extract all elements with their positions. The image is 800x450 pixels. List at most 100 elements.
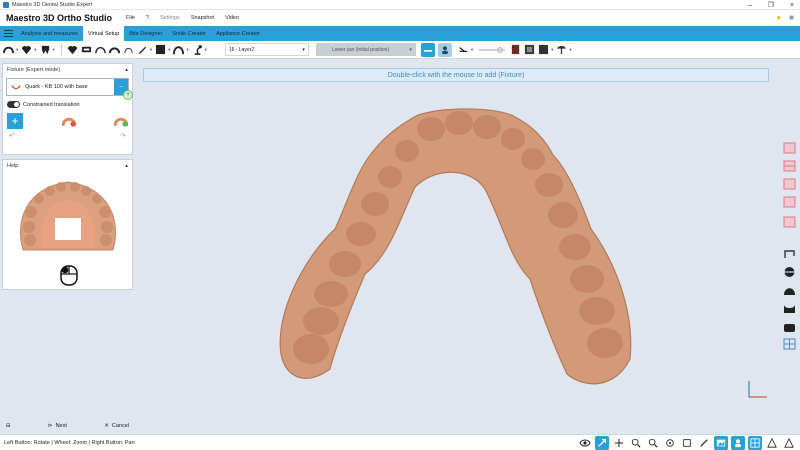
tooth-view-2-icon[interactable]: [781, 159, 797, 173]
arch-outline-icon[interactable]: [172, 43, 185, 56]
rotate-view-icon[interactable]: [781, 247, 797, 261]
next-button[interactable]: ⊳ Next: [48, 423, 67, 429]
heart-tooth-icon[interactable]: [20, 43, 33, 56]
eye-icon[interactable]: [578, 436, 592, 450]
opacity-slider[interactable]: [479, 46, 506, 53]
grid-view-icon[interactable]: [781, 337, 797, 351]
exit-icon[interactable]: ⊟: [6, 423, 11, 429]
fixture-select[interactable]: Quark - KB 100 with base – +: [6, 78, 133, 100]
remove-fixture-icon[interactable]: [61, 115, 76, 127]
arch-thin-icon[interactable]: [122, 43, 135, 56]
constrained-translation-label: Constrained translation: [23, 101, 80, 108]
tooth-view-5-icon[interactable]: [781, 215, 797, 229]
lightbulb-icon[interactable]: ●: [776, 13, 781, 22]
zoom-out-icon[interactable]: [646, 436, 660, 450]
next-icon: ⊳: [47, 423, 53, 429]
app-brand: Maestro 3D Ortho Studio: [6, 13, 113, 23]
upper-jaw-toggle-icon[interactable]: [420, 42, 435, 57]
tab-smile-creator[interactable]: Smile Creator: [167, 26, 211, 41]
chevron-down-icon[interactable]: ▾: [34, 47, 36, 53]
zoom-in-icon[interactable]: [629, 436, 643, 450]
square-icon[interactable]: [154, 43, 167, 56]
transparency-icon[interactable]: [457, 43, 470, 56]
person-icon[interactable]: [731, 436, 745, 450]
arch-wire-icon[interactable]: [94, 43, 107, 56]
lower-view-icon[interactable]: [781, 301, 797, 315]
heart-icon[interactable]: [66, 43, 79, 56]
maximize-button[interactable]: ❐: [768, 1, 774, 9]
undo-icon[interactable]: ↶: [9, 132, 15, 140]
menu-bar: Maestro 3D Ortho Studio File ? Settings …: [0, 10, 800, 26]
wizard-bottom-bar: ⊟ ⊳ Next ✕ Cancel: [0, 418, 135, 434]
chevron-down-icon: ▾: [409, 46, 412, 53]
panel-icon[interactable]: [537, 43, 550, 56]
menu-file[interactable]: File: [126, 15, 135, 21]
jaw-select[interactable]: Lower jaw (initial position) ▾: [315, 43, 416, 56]
menu-help[interactable]: ?: [146, 15, 149, 21]
measure-icon[interactable]: [697, 436, 711, 450]
tooth-icon[interactable]: [39, 43, 52, 56]
tab-appliance-creator[interactable]: Appliance Creator: [211, 26, 265, 41]
target-icon[interactable]: [663, 436, 677, 450]
chevron-down-icon[interactable]: ▾: [16, 47, 18, 53]
chat-icon[interactable]: ■: [789, 13, 794, 22]
tooth-view-1-icon[interactable]: [781, 141, 797, 155]
menu-video[interactable]: Video: [225, 15, 239, 21]
chevron-down-icon[interactable]: ▾: [551, 47, 553, 53]
add-fixture-badge-icon[interactable]: +: [123, 90, 133, 100]
collapse-icon[interactable]: ▴: [125, 163, 128, 169]
triangle-icon[interactable]: [782, 436, 796, 450]
close-button[interactable]: ×: [790, 2, 794, 9]
fit-view-icon[interactable]: [680, 436, 694, 450]
redo-icon[interactable]: ↷: [120, 132, 126, 140]
left-panel: Fixture (Expert mode) ▴ Quark - KB 100 w…: [0, 59, 135, 434]
right-tool-strip: [778, 59, 800, 434]
tree-icon[interactable]: [555, 43, 568, 56]
tab-analysis[interactable]: Analysis and measures: [16, 26, 83, 41]
move-tool-icon[interactable]: [612, 436, 626, 450]
fixture-panel: Fixture (Expert mode) ▴ Quark - KB 100 w…: [2, 63, 133, 155]
collapse-icon[interactable]: ▴: [125, 67, 128, 73]
chevron-down-icon[interactable]: ▾: [569, 47, 571, 53]
constrained-translation-toggle[interactable]: [7, 101, 20, 108]
bracket-icon[interactable]: [80, 43, 93, 56]
person-view-icon[interactable]: [437, 42, 452, 57]
arch-icon[interactable]: [2, 43, 15, 56]
transform-mode-icon[interactable]: [595, 436, 609, 450]
status-bar: Left Button: Rotate | Wheel: Zoom | Righ…: [0, 434, 800, 450]
validate-fixture-icon[interactable]: [114, 115, 128, 127]
chevron-down-icon[interactable]: ▾: [150, 47, 152, 53]
3d-viewport[interactable]: Double-click with the mouse to add (Fixt…: [135, 59, 778, 434]
menu-settings[interactable]: Settings: [160, 15, 180, 21]
book-icon[interactable]: [509, 43, 522, 56]
chevron-down-icon[interactable]: ▾: [205, 47, 207, 53]
hamburger-menu-icon[interactable]: [0, 26, 16, 41]
mouse-icon: [60, 265, 78, 286]
cancel-label: Cancel: [111, 423, 129, 429]
grid-icon[interactable]: [748, 436, 762, 450]
tab-bite-designer[interactable]: Bite Designer: [124, 26, 167, 41]
fixture-select-value: Quark - KB 100 with base: [25, 84, 88, 90]
chevron-down-icon[interactable]: ▾: [186, 47, 188, 53]
pen-icon[interactable]: [136, 43, 149, 56]
film-icon[interactable]: [523, 43, 536, 56]
chevron-down-icon[interactable]: ▾: [168, 47, 170, 53]
tab-virtual-setup[interactable]: Virtual Setup: [82, 26, 125, 41]
front-view-icon[interactable]: [781, 265, 797, 279]
tooth-view-3-icon[interactable]: [781, 177, 797, 191]
warning-icon[interactable]: [765, 436, 779, 450]
tooth-view-4-icon[interactable]: [781, 195, 797, 209]
dental-arch-model[interactable]: [135, 59, 778, 434]
image-view-icon[interactable]: [714, 436, 728, 450]
add-fixture-button[interactable]: +: [7, 112, 23, 129]
layer-select[interactable]: 16 - Layer2 ▾: [224, 43, 309, 56]
minimize-button[interactable]: –: [748, 2, 752, 9]
chevron-down-icon[interactable]: ▾: [53, 47, 55, 53]
lamp-icon[interactable]: [191, 43, 204, 56]
menu-snapshot[interactable]: Snapshot: [191, 15, 214, 21]
side-view-icon[interactable]: [781, 321, 797, 335]
upper-view-icon[interactable]: [781, 283, 797, 297]
cancel-button[interactable]: ✕ Cancel: [104, 423, 129, 429]
arch-wire-alt-icon[interactable]: [108, 43, 121, 56]
chevron-down-icon[interactable]: ▾: [471, 47, 473, 53]
